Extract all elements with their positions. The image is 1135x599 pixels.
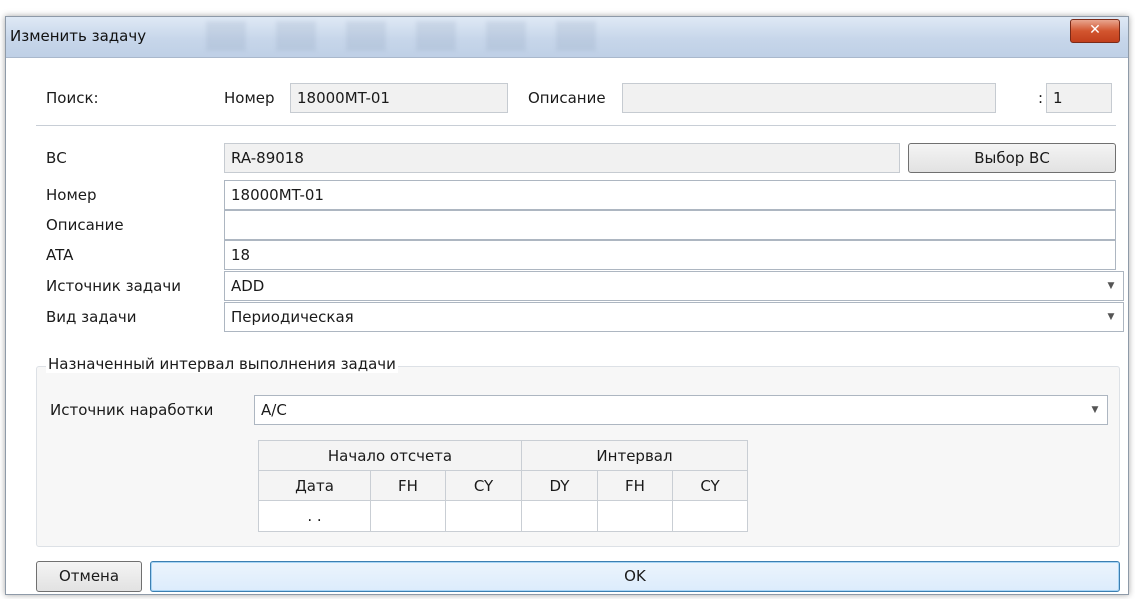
interval-dy-cell[interactable] [521, 500, 598, 532]
ok-button[interactable]: OK [150, 561, 1120, 592]
number-label: Номер [46, 186, 97, 204]
task-source-label: Источник задачи [46, 277, 181, 295]
runtime-source-select[interactable]: A/C ▼ [254, 395, 1108, 425]
search-separator [36, 125, 1116, 126]
task-source-select[interactable]: ADD ▼ [224, 271, 1124, 301]
task-type-select[interactable]: Периодическая ▼ [224, 302, 1124, 332]
column-header-interval-fh: FH [597, 470, 673, 501]
interval-fh-cell[interactable] [597, 500, 673, 532]
number-input[interactable]: 18000MT-01 [224, 180, 1116, 210]
close-button[interactable]: ✕ [1070, 19, 1120, 43]
column-header-date: Дата [258, 470, 371, 501]
table-group-header-start: Начало отсчета [258, 440, 522, 471]
interval-cy-cell[interactable] [672, 500, 748, 532]
start-cy-cell[interactable] [445, 500, 522, 532]
select-vs-button[interactable]: Выбор ВС [908, 143, 1116, 173]
ata-input[interactable]: 18 [224, 240, 1116, 270]
description-input[interactable] [224, 210, 1116, 240]
edit-task-dialog: Изменить задачу ✕ Поиск: Номер 18000MT-0… [5, 16, 1129, 595]
search-label: Поиск: [46, 89, 99, 107]
description-label: Описание [46, 216, 124, 234]
background-blur [206, 21, 626, 51]
count-colon: : [1038, 89, 1044, 107]
task-type-value: Периодическая [231, 308, 354, 326]
column-header-start-cy: CY [445, 470, 522, 501]
search-description-label: Описание [528, 89, 606, 107]
dialog-body: Поиск: Номер 18000MT-01 Описание : 1 ВС … [14, 59, 1124, 592]
chevron-down-icon[interactable]: ▼ [1083, 396, 1107, 424]
search-description-input[interactable] [622, 83, 996, 113]
task-source-value: ADD [231, 277, 265, 295]
window-title: Изменить задачу [10, 27, 147, 45]
chevron-down-icon[interactable]: ▼ [1099, 272, 1123, 300]
runtime-source-value: A/C [261, 401, 287, 419]
column-header-start-fh: FH [370, 470, 446, 501]
ata-label: ATA [46, 246, 74, 264]
table-group-header-interval: Интервал [521, 440, 748, 471]
chevron-down-icon[interactable]: ▼ [1099, 303, 1123, 331]
task-type-label: Вид задачи [46, 308, 137, 326]
interval-group-title: Назначенный интервал выполнения задачи [46, 355, 398, 373]
start-date-cell[interactable]: . . [258, 500, 371, 532]
close-icon: ✕ [1089, 22, 1101, 38]
start-fh-cell[interactable] [370, 500, 446, 532]
column-header-interval-cy: CY [672, 470, 748, 501]
cancel-button[interactable]: Отмена [36, 561, 142, 592]
search-number-label: Номер [224, 89, 275, 107]
runtime-source-label: Источник наработки [50, 401, 214, 419]
column-header-interval-dy: DY [521, 470, 598, 501]
result-count: 1 [1046, 83, 1112, 113]
vs-label: ВС [46, 149, 67, 167]
search-number-input[interactable]: 18000MT-01 [290, 83, 508, 113]
title-bar[interactable]: Изменить задачу ✕ [6, 17, 1128, 58]
vs-field: RA-89018 [224, 143, 900, 173]
